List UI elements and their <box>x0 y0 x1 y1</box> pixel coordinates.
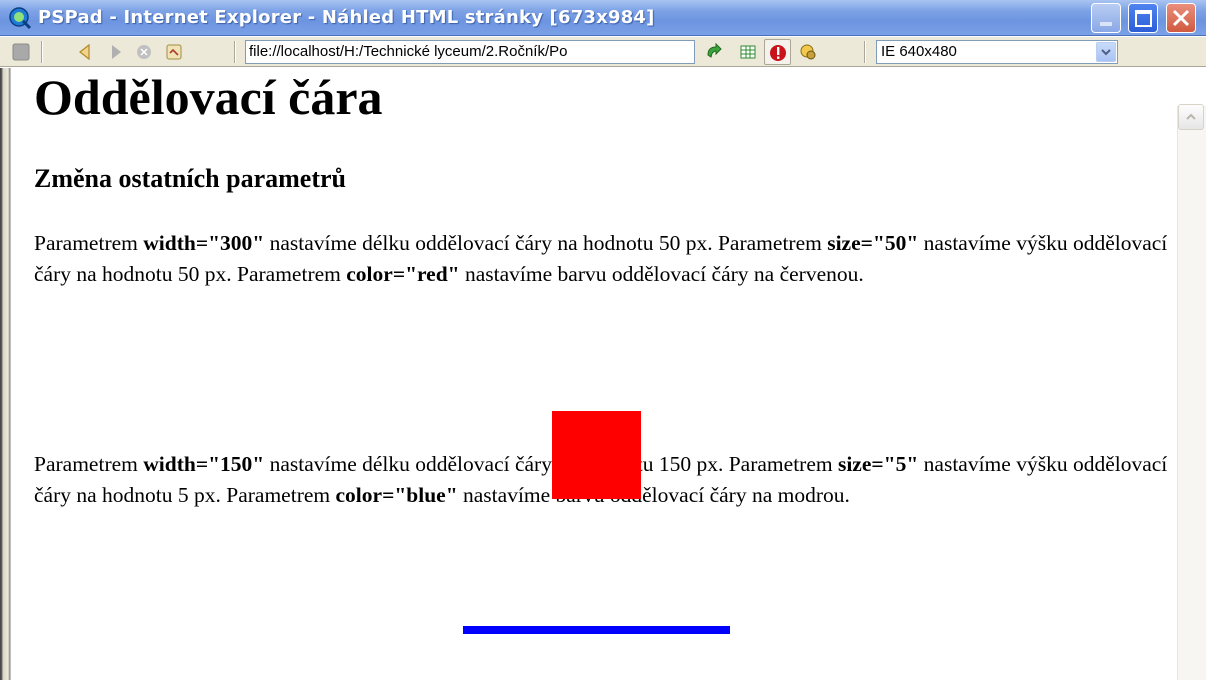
back-icon[interactable] <box>75 41 97 63</box>
scroll-up-button[interactable] <box>1178 104 1204 130</box>
close-button[interactable] <box>1166 3 1196 33</box>
code-param: color="red" <box>346 262 460 286</box>
table-icon[interactable] <box>737 41 759 63</box>
resolution-select[interactable]: IE 640x480 <box>876 40 1118 64</box>
page-heading: Oddělovací čára <box>34 69 383 125</box>
window-title: PSPad - Internet Explorer - Náhled HTML … <box>38 7 655 28</box>
page-subheading: Změna ostatních parametrů <box>34 164 346 193</box>
address-bar[interactable]: file://localhost/H:/Technické lyceum/2.R… <box>245 40 695 64</box>
app-icon <box>9 7 32 30</box>
dropdown-arrow-icon[interactable] <box>1096 42 1116 62</box>
code-param: width="300" <box>143 231 265 255</box>
window-left-border <box>0 68 11 680</box>
toolbar: file://localhost/H:/Technické lyceum/2.R… <box>0 37 1206 67</box>
browser-viewport[interactable] <box>0 68 1206 680</box>
refresh-icon[interactable] <box>133 41 155 63</box>
close-icon <box>1172 9 1190 27</box>
toolbar-separator <box>41 41 43 63</box>
warning-icon <box>770 45 786 61</box>
text: nastavíme barvu oddělovací čáry na červe… <box>459 262 864 286</box>
text: Parametrem <box>34 231 144 255</box>
toolbar-separator <box>864 41 866 63</box>
warning-button[interactable] <box>764 39 791 65</box>
text: Parametrem <box>34 452 144 476</box>
text: nastavíme barvu oddělovací čáry na modro… <box>457 483 850 507</box>
title-bar: PSPad - Internet Explorer - Náhled HTML … <box>0 0 1206 36</box>
horizontal-rule-red <box>552 411 641 499</box>
stop-icon[interactable] <box>10 41 32 63</box>
paragraph-red-rule: Parametrem width="300" nastavíme délku o… <box>34 228 1169 290</box>
vertical-scrollbar[interactable] <box>1177 106 1206 680</box>
chevron-down-icon <box>1101 49 1111 56</box>
horizontal-rule-blue <box>463 626 730 634</box>
toolbar-separator <box>234 41 236 63</box>
minimize-icon <box>1100 22 1112 26</box>
resolution-value: IE 640x480 <box>881 43 957 60</box>
home-icon[interactable] <box>163 41 185 63</box>
scroll-up-icon <box>1186 113 1196 120</box>
forward-icon[interactable] <box>104 41 126 63</box>
code-param: size="5" <box>837 452 919 476</box>
settings-icon[interactable] <box>797 41 819 63</box>
code-param: size="50" <box>827 231 919 255</box>
maximize-button[interactable] <box>1128 3 1158 33</box>
minimize-button[interactable] <box>1091 3 1121 33</box>
code-param: color="blue" <box>335 483 458 507</box>
maximize-icon <box>1135 10 1152 27</box>
code-param: width="150" <box>143 452 265 476</box>
text: nastavíme délku oddělovací čáry na hodno… <box>264 231 828 255</box>
go-icon[interactable] <box>703 41 725 63</box>
